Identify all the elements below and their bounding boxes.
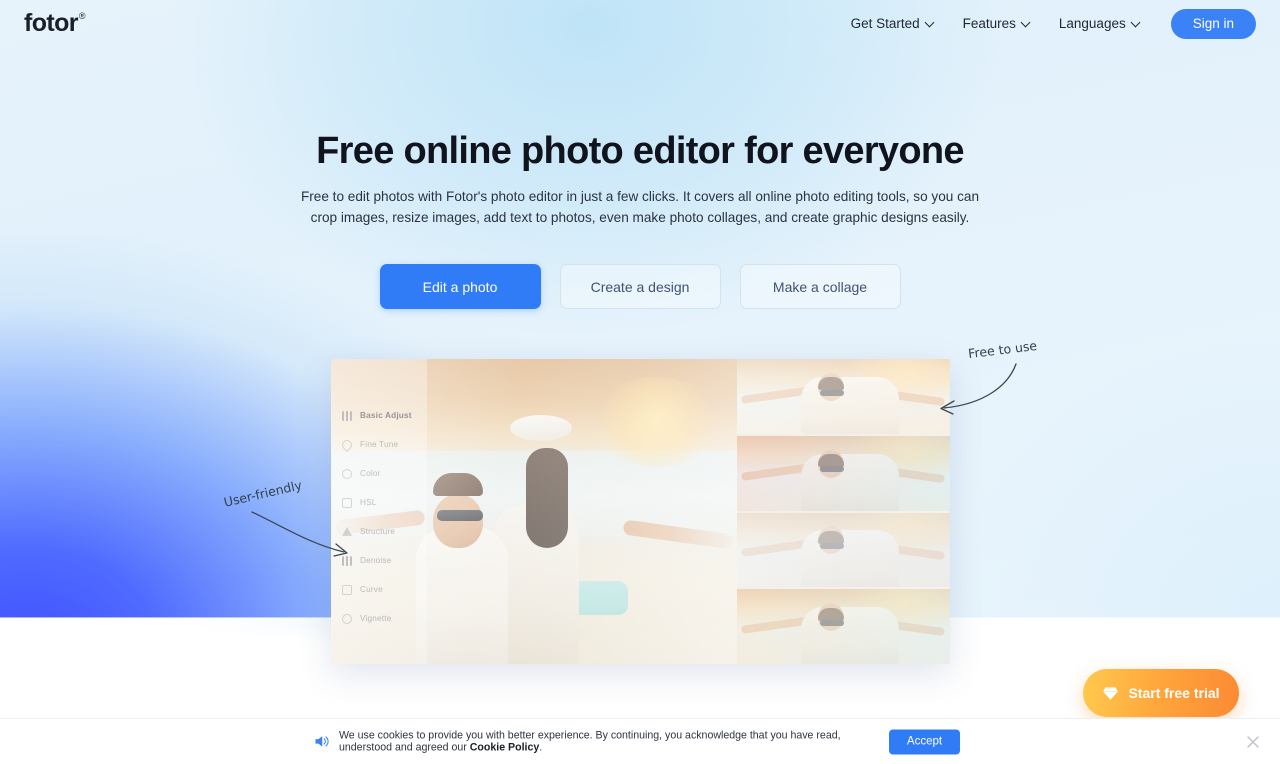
sign-in-button[interactable]: Sign in (1170, 8, 1256, 39)
make-a-collage-button[interactable]: Make a collage (739, 264, 901, 309)
tool-item-color[interactable]: Color (331, 459, 427, 488)
close-icon[interactable] (1246, 735, 1260, 749)
chevron-down-icon (926, 18, 935, 27)
vignette-icon (342, 613, 352, 624)
editor-tool-panel: Basic Adjust Fine Tune Color HSL Structu… (331, 359, 427, 664)
nav-label-get-started: Get Started (850, 16, 920, 31)
tool-label-fine-tune: Fine Tune (360, 440, 399, 449)
hero-subtext: Free to edit photos with Fotor's photo e… (300, 189, 980, 225)
chevron-down-icon (1022, 18, 1031, 27)
accept-cookies-button[interactable]: Accept (889, 729, 960, 754)
tool-label-hsl: HSL (360, 498, 377, 507)
cta-button-row: Edit a photo Create a design Make a coll… (0, 264, 1280, 309)
nav-item-languages[interactable]: Languages (1045, 8, 1155, 39)
fotor-logo[interactable]: fotor ® (24, 9, 86, 37)
cookie-message-group: We use cookies to provide you with bette… (314, 729, 883, 754)
tool-label-structure: Structure (360, 527, 396, 536)
tool-label-color: Color (360, 469, 381, 478)
nav-label-features: Features (962, 16, 1016, 31)
filter-thumbnail-column (737, 359, 950, 664)
tool-item-structure[interactable]: Structure (331, 517, 427, 546)
registered-trademark-icon: ® (78, 11, 86, 21)
page-title: Free online photo editor for everyone (316, 130, 964, 172)
tool-label-vignette: Vignette (360, 614, 392, 623)
tool-label-denoise: Denoise (360, 556, 392, 565)
palette-icon (342, 468, 352, 479)
cookie-policy-link[interactable]: Cookie Policy (470, 742, 539, 754)
droplet-icon (339, 437, 355, 452)
cookie-text-after: . (539, 741, 543, 754)
chevron-down-icon (1132, 18, 1141, 27)
create-a-design-button[interactable]: Create a design (559, 264, 721, 309)
thumb-filter-overlay (737, 589, 950, 664)
thumb-filter-overlay (737, 512, 950, 588)
cookie-consent-bar: We use cookies to provide you with bette… (0, 718, 1280, 764)
logo-text: fotor (24, 9, 79, 37)
hsl-icon (342, 497, 352, 508)
trial-button-label: Start free trial (1128, 685, 1220, 701)
main-navigation: Get Started Features Languages Sign in (837, 8, 1256, 39)
tool-label-basic-adjust: Basic Adjust (360, 411, 412, 420)
cookie-text-before: We use cookies to provide you with bette… (339, 728, 841, 754)
filter-preview-1[interactable] (737, 359, 950, 434)
bars-icon (342, 555, 352, 566)
cookie-text: We use cookies to provide you with bette… (339, 729, 883, 754)
nav-item-features[interactable]: Features (949, 8, 1045, 39)
edit-a-photo-button[interactable]: Edit a photo (379, 264, 541, 309)
tool-item-curve[interactable]: Curve (331, 575, 427, 604)
nav-item-get-started[interactable]: Get Started (837, 8, 949, 39)
nav-label-languages: Languages (1058, 16, 1126, 31)
filter-preview-3[interactable] (737, 512, 950, 588)
tool-label-curve: Curve (360, 585, 383, 594)
thumb-filter-overlay (737, 435, 950, 511)
site-header: fotor ® Get Started Features Languages S… (0, 0, 1280, 50)
tool-item-fine-tune[interactable]: Fine Tune (331, 430, 427, 459)
sliders-icon (342, 410, 352, 421)
curve-icon (342, 584, 352, 595)
filter-preview-2[interactable] (737, 435, 950, 511)
thumb-filter-overlay (737, 359, 950, 434)
filter-preview-4[interactable] (737, 589, 950, 664)
tool-item-vignette[interactable]: Vignette (331, 604, 427, 633)
tool-item-hsl[interactable]: HSL (331, 488, 427, 517)
speaker-icon (315, 736, 329, 747)
diamond-icon (1103, 686, 1119, 700)
editor-canvas-photo: Basic Adjust Fine Tune Color HSL Structu… (331, 359, 737, 664)
tool-item-denoise[interactable]: Denoise (331, 546, 427, 575)
triangle-icon (342, 527, 352, 536)
start-free-trial-button[interactable]: Start free trial (1083, 669, 1239, 717)
editor-preview-screenshot: Basic Adjust Fine Tune Color HSL Structu… (331, 359, 950, 664)
tool-item-basic-adjust[interactable]: Basic Adjust (331, 401, 427, 430)
